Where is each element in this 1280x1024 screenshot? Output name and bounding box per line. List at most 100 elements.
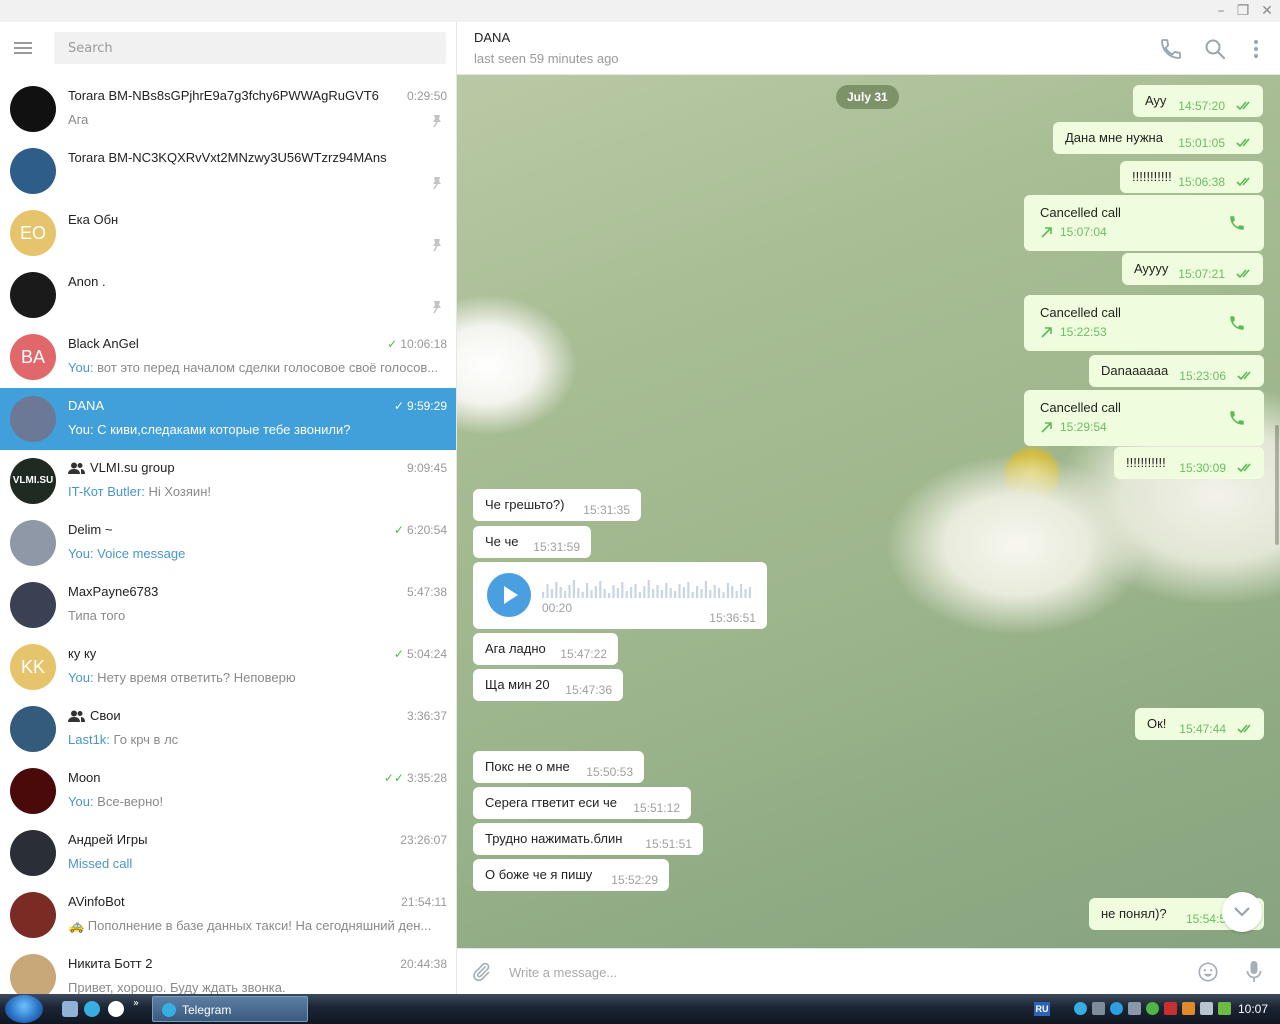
chat-list-item[interactable]: BA Black AnGel ✓ 10:06:18 You: вот это перед… [0, 326, 456, 388]
incoming-message[interactable]: О боже че я пишу 15:52:29 [473, 859, 669, 891]
restore-button[interactable]: ❐ [1234, 2, 1252, 20]
outgoing-message[interactable]: Дана мне нужна 15:01:05 [1053, 122, 1263, 154]
incoming-message[interactable]: Ща мин 20 15:47:36 [473, 669, 623, 701]
tray-app-icon[interactable] [1182, 1002, 1195, 1015]
tray-app-icon[interactable] [1128, 1002, 1141, 1015]
chevron-down-icon [1234, 907, 1250, 917]
taskbar-telegram-button[interactable]: Telegram [152, 996, 308, 1022]
incoming-message[interactable]: Серега гтветит еси че 15:51:12 [473, 787, 691, 819]
waveform-bar [722, 592, 725, 598]
cancelled-call-message[interactable]: Cancelled call 15:29:54 [1024, 390, 1264, 446]
waveform-bar [674, 591, 677, 598]
chat-list-item[interactable]: Torara BM-NBs8sGPjhrE9a7g3fchy6PWWAgRuGV… [0, 78, 456, 140]
message-text: Че грешьто?) [485, 497, 565, 512]
phone-icon[interactable] [1228, 314, 1246, 332]
waveform-bar [678, 584, 681, 598]
tray-volume-icon[interactable] [1200, 1002, 1213, 1015]
scroll-down-button[interactable] [1222, 892, 1262, 932]
language-indicator[interactable]: RU [1034, 1002, 1050, 1016]
phone-call-icon[interactable] [1159, 37, 1183, 61]
tray-skype-icon[interactable] [1110, 1002, 1123, 1015]
outgoing-message[interactable]: Ок! 15:47:44 [1135, 708, 1264, 740]
chat-list-item[interactable]: KK ку ку ✓ 5:04:24 You: Нету время ответить?… [0, 636, 456, 698]
show-desktop-icon[interactable] [62, 1001, 78, 1017]
outgoing-message[interactable]: Ayy 14:57:20 [1133, 85, 1263, 117]
message-area[interactable]: July 31 Ayy 14:57:20 Дана мне нужна 15:01:0… [457, 75, 1280, 948]
start-button[interactable] [5, 995, 43, 1023]
emoji-icon[interactable] [1197, 961, 1219, 983]
pin-icon [433, 177, 441, 190]
paperclip-icon[interactable] [470, 961, 492, 983]
search-input[interactable] [54, 32, 446, 64]
outgoing-message[interactable]: Danaaaaaa 15:23:06 [1089, 355, 1264, 387]
voice-waveform[interactable] [542, 576, 754, 598]
scrollbar-thumb[interactable] [1275, 425, 1279, 545]
incoming-message[interactable]: Трудно нажимать.блин 15:51:51 [473, 823, 703, 855]
microphone-icon[interactable] [1245, 960, 1263, 984]
outgoing-message[interactable]: Ayyyy 15:07:21 [1122, 253, 1263, 285]
preview-text: Нету время ответить? Неповерю [93, 670, 296, 685]
clock: 10:07 [1237, 1002, 1268, 1016]
phone-icon[interactable] [1228, 214, 1246, 232]
incoming-message[interactable]: Ага ладно 15:47:22 [473, 633, 618, 665]
incoming-message[interactable]: Че грешьто?) 15:31:35 [473, 489, 641, 521]
tray-antivirus-icon[interactable] [1164, 1002, 1177, 1015]
chat-name-text: MaxPayne6783 [68, 584, 159, 599]
double-check-icon [1236, 101, 1250, 111]
minimize-button[interactable]: – [1212, 2, 1230, 20]
chat-time: ✓✓ 3:35:28 [384, 771, 447, 785]
tray-app-icon[interactable] [1218, 1002, 1231, 1015]
telegram-icon[interactable] [84, 1001, 100, 1017]
phone-icon[interactable] [1228, 409, 1246, 427]
chat-list-item[interactable]: VLMI.SU VLMI.su group 9:09:45 IT-Кот Butler… [0, 450, 456, 512]
tray-telegram-icon[interactable] [1074, 1002, 1087, 1015]
tray-utorrent-icon[interactable] [1146, 1002, 1159, 1015]
close-button[interactable]: ✕ [1258, 2, 1276, 20]
play-icon[interactable] [487, 573, 531, 617]
waveform-bar [550, 589, 553, 598]
chat-list-item[interactable]: Moon ✓✓ 3:35:28 You: Все-верно! [0, 760, 456, 822]
chat-list-item[interactable]: EO Ека Обн [0, 202, 456, 264]
chat-name: VLMI.su group [68, 460, 388, 475]
incoming-message[interactable]: Че че 15:31:59 [473, 526, 591, 558]
yandex-browser-icon[interactable] [108, 1001, 124, 1017]
chat-time-text: 3:36:37 [406, 709, 447, 723]
chat-list-item[interactable]: Андрей Игры 23:26:07 Missed call [0, 822, 456, 884]
chat-name-text: ку ку [68, 646, 97, 661]
chat-list-item[interactable]: Anon . [0, 264, 456, 326]
hamburger-menu-icon[interactable] [14, 39, 40, 59]
message-text: Ayyyy [1134, 261, 1169, 276]
chat-name: MaxPayne6783 [68, 584, 388, 599]
chat-list-item[interactable]: Никита Ботт 2 20:44:38 Привет, хорошо. Буд… [0, 946, 456, 994]
outgoing-message[interactable]: !!!!!!!!!!! 15:30:09 [1114, 447, 1264, 479]
waveform-bar [713, 585, 716, 598]
chat-list-item[interactable]: MaxPayne6783 5:47:38 Типа того [0, 574, 456, 636]
message-text: Че че [485, 534, 519, 549]
chat-list-item[interactable]: Delim ~ ✓ 6:20:54 You: Voice message [0, 512, 456, 574]
chat-list-item[interactable]: AVinfoBot 21:54:11 🚕 Пополнение в базе дан… [0, 884, 456, 946]
chat-list-item[interactable]: DANA ✓ 9:59:29 You: С киви,следаками которы… [0, 388, 456, 450]
more-options-icon[interactable] [1244, 37, 1268, 61]
chat-list: Torara BM-NBs8sGPjhrE9a7g3fchy6PWWAgRuGV… [0, 78, 456, 994]
search-icon[interactable] [1203, 37, 1227, 61]
outgoing-message[interactable]: !!!!!!!!!!! 15:06:38 [1120, 161, 1263, 193]
chat-list-item[interactable]: Torara BM-NC3KQXRvVxt2MNzwy3U56WTzrz94MA… [0, 140, 456, 202]
tray-network-icon[interactable] [1092, 1002, 1105, 1015]
chat-title[interactable]: DANA [474, 30, 510, 45]
preview-text: Voice message [93, 546, 186, 561]
more-icon[interactable]: » [133, 998, 139, 1009]
scrollbar[interactable] [1274, 75, 1280, 948]
chat-time: ✓ 5:04:24 [394, 647, 447, 661]
cancelled-call-message[interactable]: Cancelled call 15:22:53 [1024, 295, 1264, 351]
chat-name-text: Torara BM-NC3KQXRvVxt2MNzwy3U56WTzrz94MA… [68, 150, 387, 165]
chat-preview: IT-Кот Butler: Hi Хозяин! [68, 484, 446, 499]
chat-name: DANA [68, 398, 388, 413]
message-input[interactable] [509, 957, 1179, 987]
cancelled-call-message[interactable]: Cancelled call 15:07:04 [1024, 195, 1264, 251]
chat-preview: 🚕 Пополнение в базе данных такси! На сег… [68, 918, 446, 934]
waveform-bar [594, 586, 597, 598]
waveform-bar [542, 592, 545, 598]
chat-list-item[interactable]: Свои 3:36:37 Last1k: Го крч в лс [0, 698, 456, 760]
incoming-message[interactable]: Покс не о мне 15:50:53 [473, 751, 644, 783]
waveform-bar [568, 585, 571, 598]
